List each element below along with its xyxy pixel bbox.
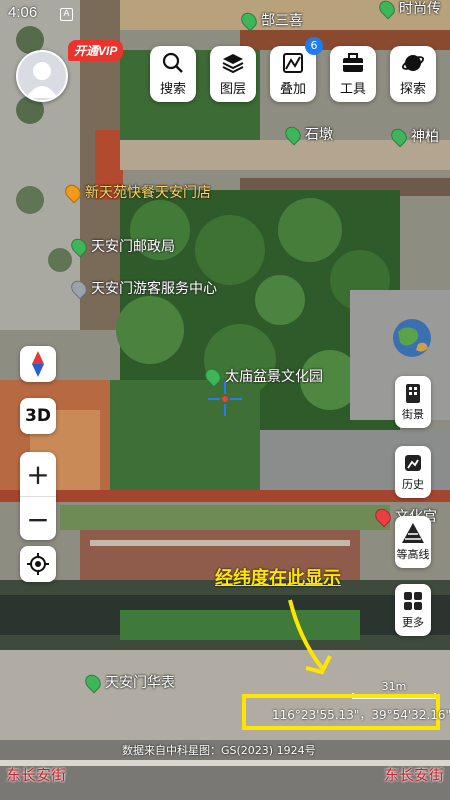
poi-label: 时尚传: [399, 1, 441, 17]
map-pin-icon: [372, 505, 394, 527]
poi-label: 新天苑快餐天安门店: [85, 185, 211, 201]
streetview-button[interactable]: 街景: [395, 376, 431, 428]
poi-marker[interactable]: 天安门游客服务中心: [68, 277, 217, 299]
overlay-count-badge: 6: [305, 37, 323, 55]
locate-button[interactable]: [20, 546, 56, 582]
street-label: 东长安街: [384, 766, 445, 784]
restaurant-icon: [62, 181, 84, 203]
poi-label: 神柏: [411, 129, 439, 145]
status-notification-icon: A: [60, 8, 73, 21]
poi-marker[interactable]: 郜三喜: [238, 9, 303, 31]
globe-icon[interactable]: [392, 318, 432, 358]
overlay-label: 叠加: [279, 82, 306, 97]
poi-label: 石墩: [305, 127, 333, 143]
streetview-label: 街景: [402, 408, 424, 421]
overlay-icon: [283, 53, 303, 73]
layers-button[interactable]: 图层: [210, 46, 256, 102]
crosshair-icon: [208, 382, 242, 416]
map-pin-icon: [68, 277, 90, 299]
poi-label: 天安门邮政局: [91, 239, 175, 255]
map-pin-icon: [82, 671, 104, 693]
zoom-control: + −: [20, 452, 56, 540]
map-pin-icon: [282, 123, 304, 145]
explore-button[interactable]: 探索: [390, 46, 436, 102]
toolbox-icon: [343, 53, 363, 72]
poi-marker[interactable]: 石墩: [282, 123, 333, 145]
poi-marker[interactable]: 天安门邮政局: [68, 235, 175, 257]
poi-marker[interactable]: 天安门华表: [82, 671, 175, 693]
grid-icon: [404, 592, 422, 610]
more-label: 更多: [402, 616, 424, 629]
overlay-button[interactable]: 叠加 6: [270, 37, 323, 102]
history-button[interactable]: 历史: [395, 446, 431, 498]
zoom-in-button[interactable]: +: [20, 452, 56, 497]
compass-button[interactable]: [20, 346, 56, 382]
user-icon: [26, 62, 58, 98]
vip-badge[interactable]: 开通VIP: [68, 40, 124, 61]
status-time: 4:06: [8, 4, 38, 21]
poi-label: 天安门游客服务中心: [91, 281, 217, 297]
explore-label: 探索: [399, 82, 426, 97]
history-icon: [405, 455, 421, 471]
more-button[interactable]: 更多: [395, 584, 431, 636]
search-icon: [162, 52, 183, 73]
compass-icon: [32, 351, 44, 377]
scale-label: 31m: [381, 680, 407, 693]
street-label: 东长安街: [6, 766, 67, 784]
contour-button[interactable]: 等高线: [395, 516, 431, 568]
streetview-icon: [406, 384, 420, 403]
map-pin-icon: [376, 0, 398, 19]
contour-icon: [402, 523, 424, 543]
planet-icon: [401, 55, 425, 71]
post-office-icon: [68, 235, 90, 257]
history-label: 历史: [402, 478, 424, 491]
tools-button[interactable]: 工具: [330, 46, 376, 102]
zoom-out-button[interactable]: −: [20, 497, 56, 541]
coordinates-readout: 116°23'55.13"，39°54'32.16": [272, 708, 450, 722]
map-pin-icon: [388, 125, 410, 147]
layers-label: 图层: [219, 82, 246, 97]
poi-marker[interactable]: 新天苑快餐天安门店: [62, 181, 211, 203]
tools-label: 工具: [339, 82, 366, 97]
map-credit: 数据来自中科星图：GS(2023) 1924号: [122, 744, 316, 757]
map-pin-icon: [238, 9, 260, 31]
search-button[interactable]: 搜索: [150, 46, 196, 102]
locate-icon: [27, 553, 49, 575]
3d-button[interactable]: 3D: [20, 398, 56, 434]
coordinate-annotation: 经纬度在此显示: [215, 568, 341, 589]
avatar[interactable]: [16, 50, 68, 102]
poi-marker[interactable]: 神柏: [388, 125, 439, 147]
poi-marker[interactable]: 时尚传: [376, 0, 441, 19]
contour-label: 等高线: [396, 548, 430, 561]
search-label: 搜索: [159, 82, 186, 97]
poi-label: 天安门华表: [105, 675, 175, 691]
poi-label: 郜三喜: [261, 13, 303, 29]
layers-icon: [222, 54, 244, 74]
